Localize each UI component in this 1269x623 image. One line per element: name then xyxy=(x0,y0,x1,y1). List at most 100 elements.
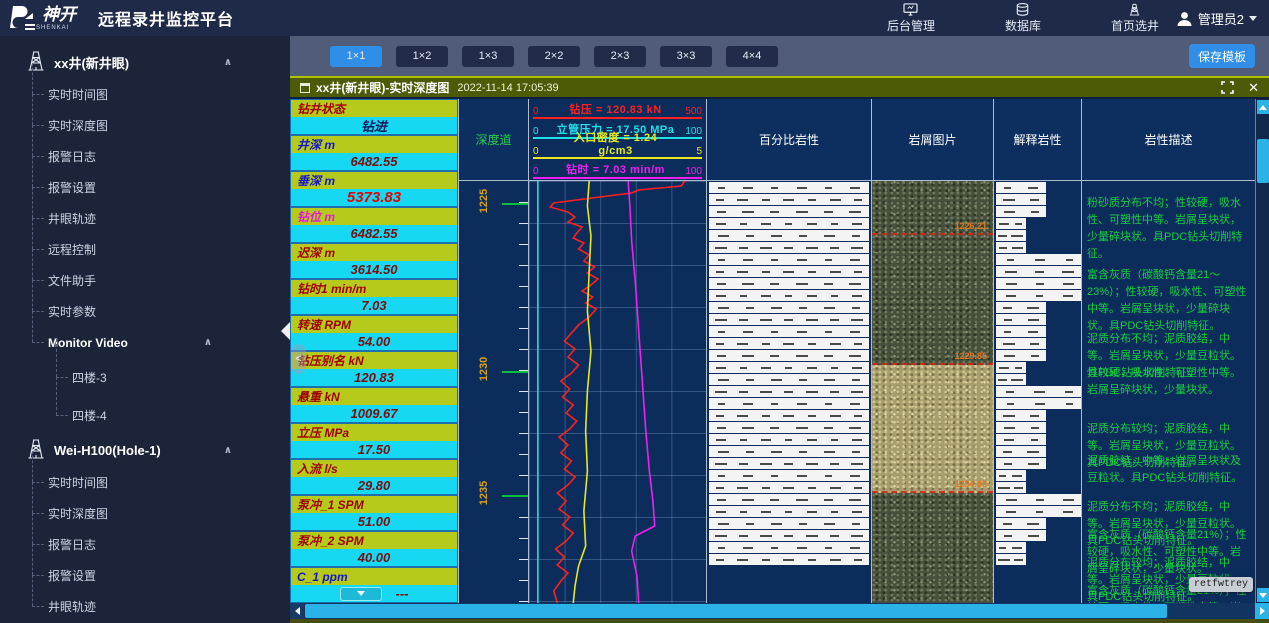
sidebar-subitem-四楼-3[interactable]: 四楼-3 xyxy=(0,358,290,396)
save-template-button[interactable]: 保存模板 xyxy=(1189,44,1255,68)
chevron-up-icon[interactable]: ∧ xyxy=(204,337,212,348)
sidebar-item-报警设置[interactable]: 报警设置 xyxy=(0,172,290,203)
lithology-symbol-dash xyxy=(797,547,807,549)
sidebar-item-井眼轨迹[interactable]: 井眼轨迹 xyxy=(0,203,290,234)
scroll-down-button[interactable] xyxy=(1257,588,1269,602)
derrick-icon xyxy=(26,50,54,75)
lithology-symbol-dash xyxy=(999,367,1009,369)
percent-lithology-body xyxy=(707,181,871,603)
parameter-value-text: 5373.83 xyxy=(347,189,401,206)
sidebar-item-报警设置[interactable]: 报警设置 xyxy=(0,560,290,591)
depth-minor-tick xyxy=(519,328,528,329)
parameter-value-text: 40.00 xyxy=(358,550,391,565)
interp-lithology-row xyxy=(996,326,1046,337)
lithology-symbol-dash xyxy=(717,427,726,429)
header-nav-database[interactable]: 数据库 xyxy=(1005,3,1041,33)
lithology-symbol-dash xyxy=(830,199,841,201)
lithology-symbol-dash xyxy=(1003,451,1012,453)
close-icon[interactable]: ✕ xyxy=(1248,81,1259,94)
sidebar-item-报警日志[interactable]: 报警日志 xyxy=(0,141,290,172)
sidebar-subitem-四楼-4[interactable]: 四楼-4 xyxy=(0,396,290,434)
lithology-symbol-dash xyxy=(1063,511,1073,513)
sidebar-item-实时时间图[interactable]: 实时时间图 xyxy=(0,467,290,498)
layout-button-1×1[interactable]: 1×1 xyxy=(330,46,382,67)
parameter-value: 钻进 xyxy=(290,117,458,135)
sidebar-item-实时参数[interactable]: 实时参数 xyxy=(0,296,290,327)
sidebar-item-文件助手[interactable]: 文件助手 xyxy=(0,265,290,296)
chevron-up-icon[interactable]: ∧ xyxy=(224,445,232,456)
curve-plot-svg xyxy=(529,181,706,603)
interp-lithology-row xyxy=(996,518,1046,529)
lithology-symbol-dash xyxy=(824,283,833,285)
lithology-symbol-dash xyxy=(784,247,793,249)
sidebar-item-远程控制[interactable]: 远程控制 xyxy=(0,234,290,265)
lithology-symbol-dash xyxy=(825,331,832,333)
lithology-symbol-dash xyxy=(1004,187,1011,189)
lithology-symbol-dash xyxy=(852,511,862,513)
lithology-symbol-dash xyxy=(824,355,833,357)
horizontal-scroll-thumb[interactable] xyxy=(305,604,1167,618)
percent-lithology-row xyxy=(709,398,869,409)
param-panel-collapse-button[interactable]: < xyxy=(291,344,306,374)
layout-button-1×2[interactable]: 1×2 xyxy=(396,46,448,67)
scroll-up-button[interactable] xyxy=(1257,100,1269,114)
header-nav-derrick[interactable]: 首页选井 xyxy=(1111,3,1159,33)
sidebar-item-实时深度图[interactable]: 实时深度图 xyxy=(0,498,290,529)
lithology-symbol-dash xyxy=(999,475,1006,477)
lithology-symbol-dash xyxy=(824,523,835,525)
lithology-symbol-dash xyxy=(799,523,807,525)
chart-panel-titlebar: xx井(新井眼)-实时深度图 2022-11-14 17:05:39 ✕ xyxy=(290,76,1269,97)
user-menu[interactable]: 管理员2 xyxy=(1176,0,1257,36)
vertical-scrollbar[interactable] xyxy=(1255,99,1269,603)
curve-scale-min: 0 xyxy=(533,166,555,177)
header-nav-backstage-monitor[interactable]: 后台管理 xyxy=(887,3,935,33)
scroll-right-button[interactable] xyxy=(1255,603,1269,619)
lithology-symbol-dash xyxy=(797,475,807,477)
sidebar-well-0[interactable]: xx井(新井眼)∧ xyxy=(0,46,290,79)
parameter-value-text: 120.83 xyxy=(354,370,394,385)
interp-lithology-body xyxy=(994,181,1081,603)
layout-button-2×3[interactable]: 2×3 xyxy=(594,46,646,67)
fullscreen-icon[interactable] xyxy=(1221,81,1234,94)
lithology-symbol-dash xyxy=(806,535,818,537)
sidebar-item-实时深度图[interactable]: 实时深度图 xyxy=(0,110,290,141)
depth-minor-tick xyxy=(519,223,528,224)
parameter-label: 泵冲_2 SPM xyxy=(290,531,458,549)
lithology-symbol-dash xyxy=(1034,391,1045,393)
layout-button-2×2[interactable]: 2×2 xyxy=(528,46,580,67)
group-name: Monitor Video xyxy=(48,336,128,350)
layout-button-4×4[interactable]: 4×4 xyxy=(726,46,778,67)
percent-lithology-row xyxy=(709,470,869,481)
scroll-left-button[interactable] xyxy=(290,603,304,619)
lithology-symbol-dash xyxy=(850,403,860,405)
layout-button-1×3[interactable]: 1×3 xyxy=(462,46,514,67)
interp-lithology-row xyxy=(996,362,1026,373)
parameter-label: 钻时1 min/m xyxy=(290,279,458,297)
lithology-symbol-dash xyxy=(785,367,792,369)
sidebar-well-1[interactable]: Wei-H100(Hole-1)∧ xyxy=(0,434,290,467)
parameter-value-text: 3614.50 xyxy=(351,262,398,277)
lithology-symbol-dash xyxy=(830,319,839,321)
lithology-symbol-dash xyxy=(716,559,724,561)
interp-lithology-row xyxy=(996,422,1046,433)
sidebar-group-Monitor Video[interactable]: Monitor Video ∧ xyxy=(0,327,290,358)
lithology-symbol-dash xyxy=(851,391,863,393)
lithology-symbol-dash xyxy=(715,463,727,465)
lithology-symbol-dash xyxy=(851,535,863,537)
interp-lithology-row xyxy=(996,218,1026,229)
lithology-symbol-dash xyxy=(1003,415,1015,417)
layout-button-3×3[interactable]: 3×3 xyxy=(660,46,712,67)
sidebar-item-报警日志[interactable]: 报警日志 xyxy=(0,529,290,560)
lithology-symbol-dash xyxy=(852,223,862,225)
curve-scale-min: 0 xyxy=(533,106,555,117)
parameter-dropdown-button[interactable] xyxy=(340,587,382,601)
chevron-up-icon[interactable]: ∧ xyxy=(224,57,232,68)
vertical-scroll-thumb[interactable] xyxy=(1257,139,1269,183)
sidebar-collapse-handle[interactable] xyxy=(281,322,290,340)
sidebar-item-井眼轨迹[interactable]: 井眼轨迹 xyxy=(0,591,290,622)
horizontal-scrollbar[interactable] xyxy=(290,603,1269,619)
lithology-symbol-dash xyxy=(854,343,862,345)
sidebar-item-实时时间图[interactable]: 实时时间图 xyxy=(0,79,290,110)
lithology-symbol-dash xyxy=(718,379,729,381)
lithology-symbol-dash xyxy=(762,343,770,345)
